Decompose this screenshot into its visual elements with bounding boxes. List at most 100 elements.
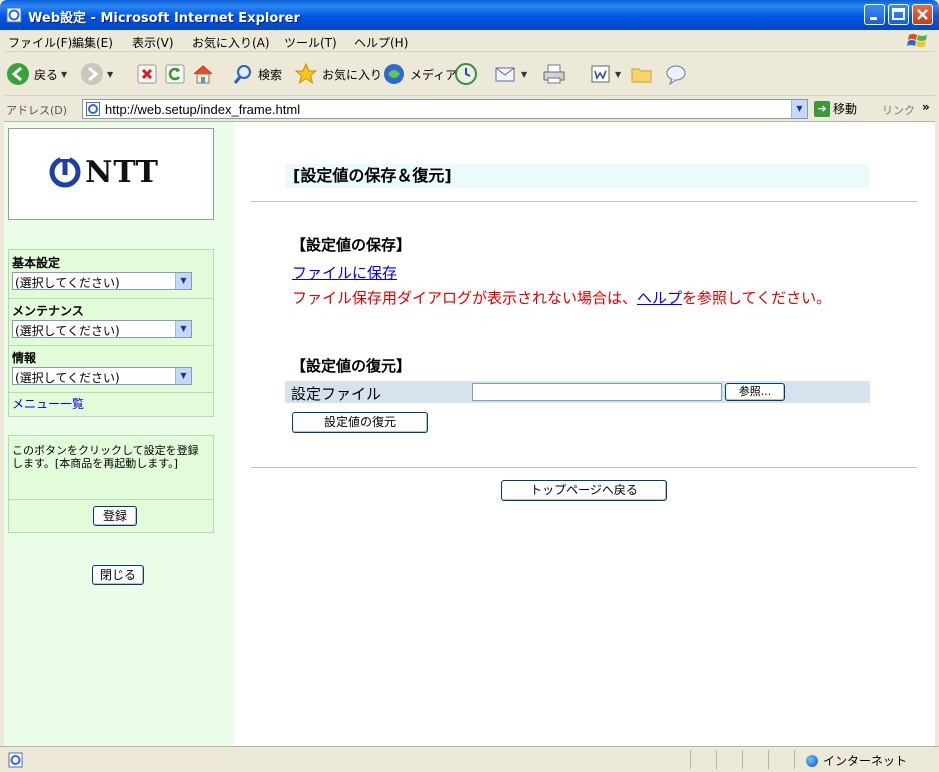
address-bar: アドレス(D) http://web.setup/index_frame.htm…	[4, 96, 935, 122]
stop-icon	[137, 64, 157, 84]
content-area: NTT 基本設定 (選択してください) ▼ メンテナンス (選択してください) …	[4, 122, 935, 746]
nav-group-basic: 基本設定 (選択してください) ▼	[12, 254, 192, 290]
menu-view[interactable]: 表示(V)	[132, 34, 174, 51]
favorites-button[interactable]: お気に入り	[294, 62, 382, 86]
ie-page-icon	[6, 7, 22, 23]
save-heading: 【設定値の保存】	[291, 236, 412, 254]
nav-divider	[9, 345, 213, 346]
info-select[interactable]: (選択してください) ▼	[12, 367, 192, 385]
word-edit-icon	[591, 65, 610, 83]
restore-label-cell: 設定ファイル	[285, 381, 468, 403]
restore-file-row: 設定ファイル 参照...	[285, 381, 870, 403]
chevron-down-icon: ▼	[107, 69, 114, 79]
close-window-button[interactable]	[912, 4, 933, 25]
printer-icon	[543, 64, 565, 84]
search-button[interactable]: 検索	[232, 62, 282, 86]
back-to-top-button[interactable]: トップページへ戻る	[501, 480, 667, 501]
window-edge	[935, 122, 939, 746]
nav-divider	[9, 392, 213, 393]
go-arrow-icon: ➔	[814, 100, 830, 117]
minimize-button[interactable]	[864, 4, 885, 25]
save-note-text-end: を参照してください。	[682, 289, 832, 307]
links-more-chevron[interactable]: »	[922, 100, 930, 114]
address-input[interactable]: http://web.setup/index_frame.html ▼	[82, 99, 808, 119]
nav-label-maintenance: メンテナンス	[12, 304, 84, 318]
chevron-down-icon: ▼	[521, 69, 528, 79]
status-panel	[716, 750, 717, 769]
mail-icon	[495, 67, 515, 82]
globe-icon	[806, 754, 818, 767]
discuss-button[interactable]	[630, 62, 654, 86]
nav-group-maintenance: メンテナンス (選択してください) ▼	[12, 302, 192, 338]
restore-file-input[interactable]	[472, 383, 722, 401]
page-title: [設定値の保存＆復元]	[285, 164, 870, 188]
menu-tools[interactable]: ツール(T)	[284, 34, 337, 51]
media-icon	[384, 64, 404, 84]
status-panel	[794, 750, 795, 769]
history-icon	[455, 63, 477, 85]
basic-settings-select[interactable]: (選択してください) ▼	[12, 272, 192, 290]
maintenance-select-value: (選択してください)	[15, 324, 120, 338]
forward-arrow-icon	[81, 63, 103, 85]
restore-heading: 【設定値の復元】	[291, 357, 412, 375]
menu-list-link[interactable]: メニュー一覧	[12, 395, 84, 412]
security-zone: インターネット	[806, 752, 907, 769]
maximize-button[interactable]	[888, 4, 909, 25]
page-done-icon	[8, 752, 23, 768]
refresh-icon	[165, 64, 185, 84]
home-icon	[193, 65, 213, 84]
menu-edit[interactable]: 編集(E)	[72, 34, 113, 51]
print-button[interactable]	[542, 62, 566, 86]
ntt-logo-text: NTT	[85, 155, 160, 190]
edit-button[interactable]: ▼	[590, 62, 621, 86]
status-panel	[742, 750, 743, 769]
title-bar: Web設定 - Microsoft Internet Explorer	[0, 0, 939, 30]
media-button[interactable]: メディア	[382, 62, 457, 86]
chat-bubble-icon	[666, 65, 686, 85]
address-dropdown-button[interactable]: ▼	[791, 100, 807, 118]
address-label: アドレス(D)	[6, 104, 68, 117]
chevron-down-icon: ▼	[61, 69, 68, 79]
ie-page-icon	[86, 102, 100, 116]
status-panel	[768, 750, 769, 769]
browse-button[interactable]: 参照...	[725, 383, 785, 401]
nav-label-basic: 基本設定	[12, 256, 61, 270]
go-button[interactable]: ➔ 移動	[814, 100, 857, 117]
ntt-logo: NTT	[8, 128, 214, 220]
menu-help[interactable]: ヘルプ(H)	[354, 34, 408, 51]
chevron-down-icon[interactable]: ▼	[175, 368, 191, 384]
menu-file[interactable]: ファイル(F)	[8, 34, 72, 51]
favorites-label: お気に入り	[322, 67, 383, 82]
divider	[251, 467, 917, 468]
refresh-button[interactable]	[164, 62, 186, 86]
history-button[interactable]	[454, 62, 478, 86]
maintenance-select[interactable]: (選択してください) ▼	[12, 320, 192, 338]
chevron-down-icon[interactable]: ▼	[175, 321, 191, 337]
address-url: http://web.setup/index_frame.html	[105, 102, 301, 117]
register-divider	[9, 499, 213, 500]
close-button[interactable]: 閉じる	[92, 565, 144, 585]
forward-button[interactable]: ▼	[80, 62, 113, 86]
chevron-down-icon[interactable]: ▼	[175, 273, 191, 289]
chevron-down-icon: ▼	[615, 69, 622, 79]
save-note: ファイル保存用ダイアログが表示されない場合は、ヘルプを参照してください。	[292, 287, 882, 309]
folder-icon	[631, 68, 652, 83]
restore-button[interactable]: 設定値の復元	[292, 412, 428, 433]
stop-button[interactable]	[136, 62, 158, 86]
help-link[interactable]: ヘルプ	[637, 289, 682, 307]
messenger-button[interactable]	[664, 62, 688, 86]
home-button[interactable]	[192, 62, 214, 86]
back-button[interactable]: 戻る ▼	[6, 62, 67, 86]
menu-bar: ファイル(F) 編集(E) 表示(V) お気に入り(A) ツール(T) ヘルプ(…	[4, 30, 935, 52]
menu-favorites[interactable]: お気に入り(A)	[192, 34, 270, 51]
mail-button[interactable]: ▼	[494, 62, 527, 86]
back-arrow-icon	[7, 63, 29, 85]
toolbar: 戻る ▼ ▼ 検索 お気に入り メディア ▼ ▼	[4, 52, 935, 96]
nav-divider	[9, 298, 213, 299]
divider	[251, 201, 917, 202]
links-label[interactable]: リンク	[882, 102, 915, 118]
info-select-value: (選択してください)	[15, 371, 120, 385]
register-button[interactable]: 登録	[93, 506, 137, 526]
save-to-file-link[interactable]: ファイルに保存	[292, 262, 397, 283]
window-title: Web設定 - Microsoft Internet Explorer	[28, 11, 300, 26]
